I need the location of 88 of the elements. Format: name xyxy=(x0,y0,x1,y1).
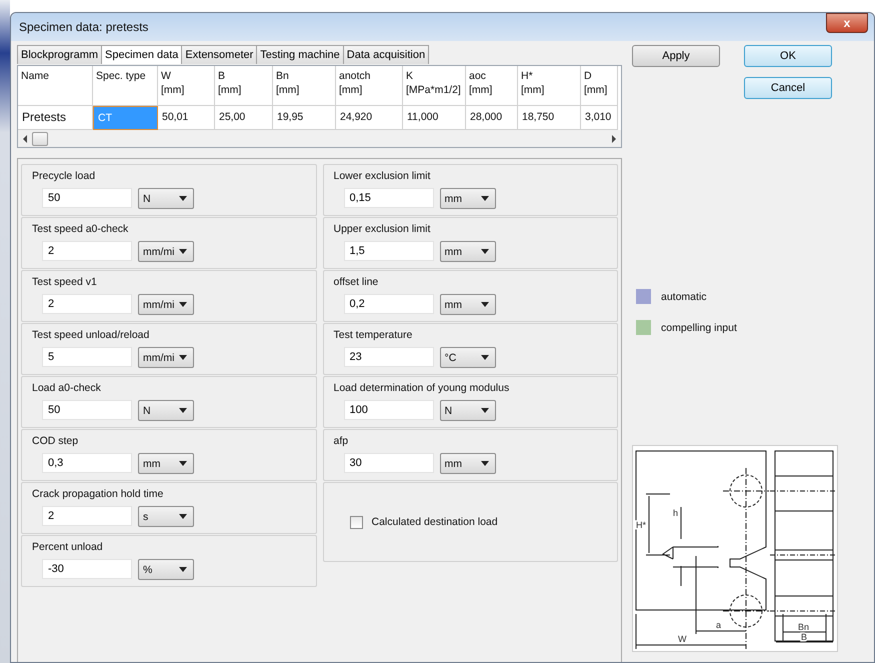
unit-dropdown[interactable]: mm xyxy=(440,453,496,474)
caret-icon[interactable] xyxy=(480,355,488,360)
unit-dropdown[interactable]: % xyxy=(138,559,194,580)
ok-button[interactable]: OK xyxy=(744,45,832,67)
diagram-label: h xyxy=(673,508,678,518)
horizontal-scrollbar[interactable] xyxy=(18,130,621,147)
field-label: afp xyxy=(334,435,350,447)
unit-dropdown[interactable]: N xyxy=(138,188,194,209)
caret-icon[interactable] xyxy=(480,196,488,201)
column-header: B [mm] xyxy=(215,66,273,106)
column-header: Bn [mm] xyxy=(273,66,336,106)
scroll-right-icon[interactable] xyxy=(611,134,617,142)
input-field[interactable]: 5 xyxy=(42,347,132,367)
input-field[interactable]: 2 xyxy=(42,294,132,314)
field-label: Test speed unload/reload xyxy=(32,329,150,341)
field-label: Test speed a0-check xyxy=(32,223,130,235)
cancel-button[interactable]: Cancel xyxy=(744,77,832,99)
tab[interactable]: Blockprogramm xyxy=(17,45,102,64)
tab[interactable]: Testing machine xyxy=(256,45,344,64)
caret-icon[interactable] xyxy=(179,196,187,201)
unit-dropdown[interactable]: mm xyxy=(138,453,194,474)
field-label: Precycle load xyxy=(32,170,96,182)
apply-button[interactable]: Apply xyxy=(632,45,720,67)
input-field[interactable]: 2 xyxy=(42,241,132,261)
input-field[interactable]: 30 xyxy=(344,453,434,473)
column-header: H* [mm] xyxy=(518,66,581,106)
unit-dropdown[interactable]: °C xyxy=(440,347,496,368)
column-header: Name xyxy=(18,66,93,106)
legend-label: compelling input xyxy=(661,322,737,334)
legend-label: automatic xyxy=(661,290,707,302)
diagram-label: W xyxy=(678,634,686,644)
field-label: Crack propagation hold time xyxy=(32,488,164,500)
caret-icon[interactable] xyxy=(480,408,488,413)
column-header: W [mm] xyxy=(158,66,215,106)
unit-dropdown[interactable]: mm/mi xyxy=(138,347,194,368)
field-label: Test speed v1 xyxy=(32,276,98,288)
input-field[interactable]: 50 xyxy=(42,188,132,208)
diagram-label: a xyxy=(716,620,722,630)
input-field[interactable]: 23 xyxy=(344,347,434,367)
input-field[interactable]: 0,2 xyxy=(344,294,434,314)
caret-icon[interactable] xyxy=(179,249,187,254)
unit-dropdown[interactable]: mm/mi xyxy=(138,294,194,315)
caret-icon[interactable] xyxy=(179,408,187,413)
unit-dropdown[interactable]: mm/mi xyxy=(138,241,194,262)
column-header: anotch [mm] xyxy=(336,66,403,106)
diagram-label: B xyxy=(801,632,808,642)
checkbox-square[interactable] xyxy=(350,516,362,528)
caret-icon[interactable] xyxy=(179,355,187,360)
unit-dropdown[interactable]: mm xyxy=(440,294,496,315)
scroll-thumb[interactable] xyxy=(32,132,48,146)
input-field[interactable]: -30 xyxy=(42,559,132,579)
caret-icon[interactable] xyxy=(480,461,488,466)
input-field[interactable]: 1,5 xyxy=(344,241,434,261)
field-label: Test temperature xyxy=(334,329,414,341)
caret-icon[interactable] xyxy=(179,302,187,307)
unit-dropdown[interactable]: s xyxy=(138,506,194,527)
input-field[interactable]: 50 xyxy=(42,400,132,420)
diagram-label: Bn xyxy=(798,622,810,632)
field-label: offset line xyxy=(334,276,380,288)
field-label: Upper exclusion limit xyxy=(334,223,432,235)
field-label: Lower exclusion limit xyxy=(334,170,432,182)
column-header: K [MPa*m1/2] xyxy=(403,66,466,106)
checkbox[interactable]: Calculated destination load xyxy=(334,516,607,528)
column-header: D [mm] xyxy=(581,66,618,106)
unit-dropdown[interactable]: mm xyxy=(440,188,496,209)
tab[interactable]: Specimen data xyxy=(101,45,182,64)
caret-icon[interactable] xyxy=(179,567,187,572)
window-title: Specimen data: pretests xyxy=(19,20,148,34)
caret-icon[interactable] xyxy=(480,302,488,307)
input-field[interactable]: 2 xyxy=(42,506,132,526)
input-field[interactable]: 0,3 xyxy=(42,453,132,473)
scroll-left-icon[interactable] xyxy=(22,134,28,142)
unit-dropdown[interactable]: N xyxy=(440,400,496,421)
unit-dropdown[interactable]: mm xyxy=(440,241,496,262)
tab[interactable]: Extensometer xyxy=(181,45,258,64)
input-field[interactable]: 100 xyxy=(344,400,434,420)
input-field[interactable]: 0,15 xyxy=(344,188,434,208)
caret-icon[interactable] xyxy=(480,249,488,254)
tab[interactable]: Data acquisition xyxy=(342,45,430,64)
field-label: Load determination of young modulus xyxy=(334,382,510,394)
caret-icon[interactable] xyxy=(179,514,187,519)
caret-icon[interactable] xyxy=(179,461,187,466)
field-label: Load a0-check xyxy=(32,382,102,394)
diagram-label: H* xyxy=(636,520,646,530)
column-header: aoc [mm] xyxy=(466,66,518,106)
field-label: Percent unload xyxy=(32,541,104,553)
field-label: COD step xyxy=(32,435,80,447)
unit-dropdown[interactable]: N xyxy=(138,400,194,421)
